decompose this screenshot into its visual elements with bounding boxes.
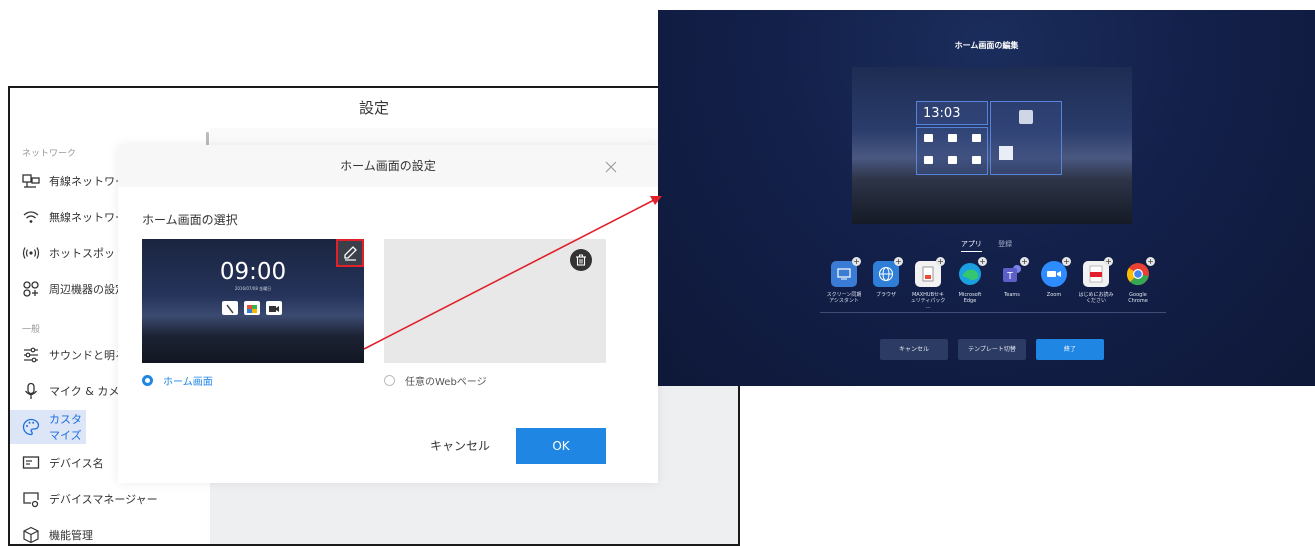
app-label: ブラウザ: [875, 292, 896, 298]
app-read-me-first[interactable]: + はじめにお読み ください: [1076, 257, 1116, 304]
sidebar-item-label: 周辺機器の設定: [49, 283, 126, 296]
app-tabs: アプリ 登録: [658, 239, 1315, 252]
device-manager-icon: [22, 490, 40, 508]
app-label: Teams: [1004, 292, 1020, 298]
teams-icon: T +: [999, 257, 1029, 287]
preview-app-tile: [924, 156, 933, 164]
sidebar-item-customize[interactable]: カスタマイズ: [10, 410, 86, 444]
hotspot-icon: [22, 244, 40, 262]
app-google-chrome[interactable]: + Google Chrome: [1118, 257, 1158, 304]
radio-unselected[interactable]: [384, 375, 395, 386]
preview-app-tile: [924, 134, 933, 142]
app-microsoft-edge[interactable]: + Microsoft Edge: [950, 257, 990, 304]
sidebar-item-label: 機能管理: [49, 529, 93, 542]
app-label: Zoom: [1046, 292, 1062, 298]
wired-network-icon: [22, 172, 40, 190]
sidebar-item-label: デバイス名: [49, 457, 104, 470]
app-label: Microsoft Edge: [958, 292, 982, 304]
add-icon[interactable]: +: [894, 257, 903, 266]
document-icon: +: [915, 257, 945, 287]
preview-clock: 13:03: [923, 106, 961, 121]
add-icon[interactable]: +: [936, 257, 945, 266]
preview-app-tile: [972, 134, 981, 142]
svg-text:T: T: [1007, 271, 1013, 282]
screen-share-icon: +: [831, 257, 861, 287]
preview-app-tile: [948, 156, 957, 164]
edit-screen-title: ホーム画面の編集: [954, 41, 1019, 50]
done-button[interactable]: 終了: [1036, 339, 1104, 360]
preview-app-tile: [972, 156, 981, 164]
edit-home-screen: ホーム画面の編集 13:03 アプリ 登録 + スクリーン同期 アシスタント +…: [658, 10, 1315, 386]
app-security-pack[interactable]: + MAXHUBセキ ュリティパック ...: [908, 257, 948, 310]
app-label: MAXHUBセキ ュリティパック ...: [910, 292, 946, 310]
dialog-title: ホーム画面の設定: [118, 145, 658, 187]
edit-cancel-button[interactable]: キャンセル: [880, 339, 948, 360]
cancel-button[interactable]: キャンセル: [418, 428, 502, 464]
palette-icon: [22, 418, 40, 436]
trash-icon: [576, 254, 586, 266]
option-label: 任意のWebページ: [405, 377, 487, 388]
microphone-icon: [22, 382, 40, 400]
add-icon[interactable]: +: [1062, 257, 1071, 266]
preview-clock-card: 13:03: [916, 101, 988, 125]
home-selection-heading: ホーム画面の選択: [142, 213, 238, 227]
tab-registered[interactable]: 登録: [998, 239, 1012, 249]
thumbnail-app-tile: [244, 301, 260, 315]
thumbnail-app-tile: [222, 301, 238, 315]
sidebar-item-label: ホットスポット: [49, 247, 126, 260]
preview-app-tile: [948, 134, 957, 142]
qr-code-icon: [999, 146, 1013, 160]
cube-icon: [22, 526, 40, 544]
close-icon[interactable]: [604, 159, 618, 173]
zoom-icon: +: [1041, 257, 1071, 287]
app-label: Google Chrome: [1128, 292, 1148, 304]
thumbnail-app-tile: [266, 301, 282, 315]
thumbnail-date: 2016/07/08 金曜日: [234, 286, 272, 291]
section-general-label: 一般: [22, 325, 41, 335]
sidebar-item-label: デバイスマネージャー: [49, 493, 158, 506]
app-teams[interactable]: T + Teams: [992, 257, 1032, 298]
globe-icon: +: [873, 257, 903, 287]
sliders-icon: [22, 346, 40, 364]
pdf-icon: +: [1083, 257, 1113, 287]
sidebar-item-feature-management[interactable]: 機能管理: [10, 518, 210, 544]
apps-divider: [820, 312, 1166, 313]
app-browser[interactable]: + ブラウザ: [866, 257, 906, 298]
add-icon[interactable]: +: [1020, 257, 1029, 266]
app-label: はじめにお読み ください: [1078, 292, 1114, 304]
add-icon[interactable]: +: [1104, 257, 1113, 266]
add-icon[interactable]: +: [978, 257, 987, 266]
app-screen-sync-assistant[interactable]: + スクリーン同期 アシスタント: [824, 257, 864, 304]
add-icon[interactable]: +: [1146, 257, 1155, 266]
ok-button[interactable]: OK: [516, 428, 606, 464]
settings-title: 設定: [10, 88, 738, 128]
device-name-icon: [22, 454, 40, 472]
preview-image-icon: [1019, 110, 1033, 124]
home-screen-settings-dialog: ホーム画面の設定 ホーム画面の選択 09:00 2016/07/08 金曜日 ホ…: [118, 145, 658, 483]
radio-selected[interactable]: [142, 375, 153, 386]
home-screen-preview: 13:03: [852, 67, 1132, 224]
delete-button[interactable]: [570, 249, 592, 271]
wifi-icon: [22, 208, 40, 226]
peripherals-icon: [22, 280, 40, 298]
edge-icon: +: [957, 257, 987, 287]
app-label: スクリーン同期 アシスタント: [826, 292, 862, 304]
home-screen-thumbnail[interactable]: 09:00 2016/07/08 金曜日: [142, 239, 364, 363]
sidebar-item-device-manager[interactable]: デバイスマネージャー: [10, 482, 210, 516]
edit-home-button[interactable]: [336, 239, 364, 271]
preview-apps-card: [916, 127, 988, 175]
thumbnail-clock: 09:00: [219, 259, 287, 285]
preview-info-card: [990, 101, 1062, 175]
tab-apps[interactable]: アプリ: [960, 239, 982, 252]
chrome-icon: +: [1125, 257, 1155, 287]
option-web-page[interactable]: 任意のWebページ: [384, 373, 487, 388]
sidebar-item-label: カスタマイズ: [49, 413, 82, 442]
option-home-screen[interactable]: ホーム画面: [142, 373, 213, 388]
app-zoom[interactable]: + Zoom: [1034, 257, 1074, 298]
template-switch-button[interactable]: テンプレート切替: [958, 339, 1026, 360]
section-network-label: ネットワーク: [22, 149, 77, 159]
add-icon[interactable]: +: [852, 257, 861, 266]
option-label: ホーム画面: [163, 377, 213, 388]
